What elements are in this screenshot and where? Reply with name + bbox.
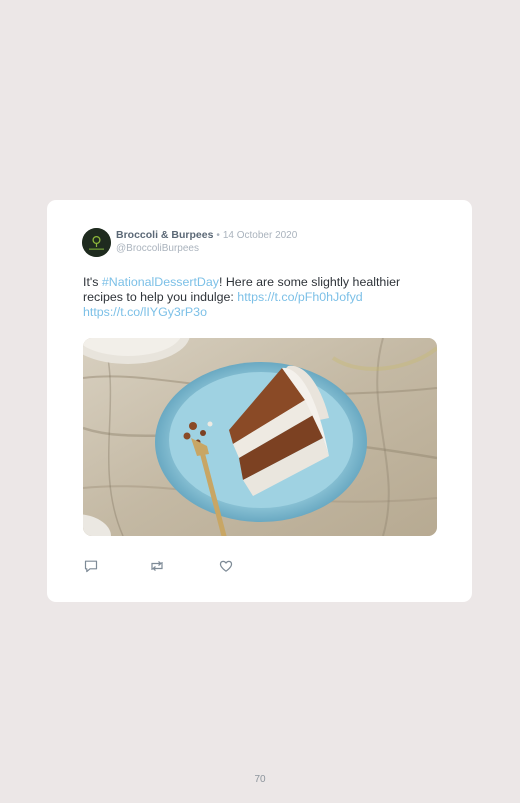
author-name[interactable]: Broccoli & Burpees bbox=[116, 229, 213, 241]
author-line: Broccoli & Burpees • 14 October 2020 bbox=[116, 229, 297, 242]
tweet-photo[interactable] bbox=[83, 338, 437, 536]
profile-avatar[interactable] bbox=[82, 228, 111, 257]
page-number: 70 bbox=[254, 774, 266, 785]
url-link-2[interactable]: https://t.co/lIYGy3rP3o bbox=[83, 305, 207, 319]
tweet-text: It's #NationalDessertDay! Here are some … bbox=[83, 275, 443, 320]
meta-separator: • bbox=[216, 230, 220, 241]
retweet-button[interactable] bbox=[149, 558, 165, 574]
tweet-date[interactable]: 14 October 2020 bbox=[223, 230, 298, 241]
reply-button[interactable] bbox=[83, 558, 99, 574]
tweet-text-intro: It's bbox=[83, 275, 102, 289]
broccoli-logo-icon bbox=[82, 228, 111, 257]
like-button[interactable] bbox=[218, 558, 234, 574]
carrot-cake-image-icon bbox=[83, 338, 437, 536]
page: { "tweet": { "author_name": "Broccoli & … bbox=[0, 0, 520, 803]
hashtag-link[interactable]: #NationalDessertDay bbox=[102, 275, 219, 289]
author-handle[interactable]: @BroccoliBurpees bbox=[116, 243, 199, 255]
url-link-1[interactable]: https://t.co/pFh0hJofyd bbox=[237, 290, 362, 304]
speech-bubble-icon bbox=[84, 560, 98, 573]
retweet-arrows-icon bbox=[151, 561, 163, 571]
tweet-card: Broccoli & Burpees • 14 October 2020 @Br… bbox=[47, 200, 472, 602]
heart-icon bbox=[219, 560, 233, 572]
